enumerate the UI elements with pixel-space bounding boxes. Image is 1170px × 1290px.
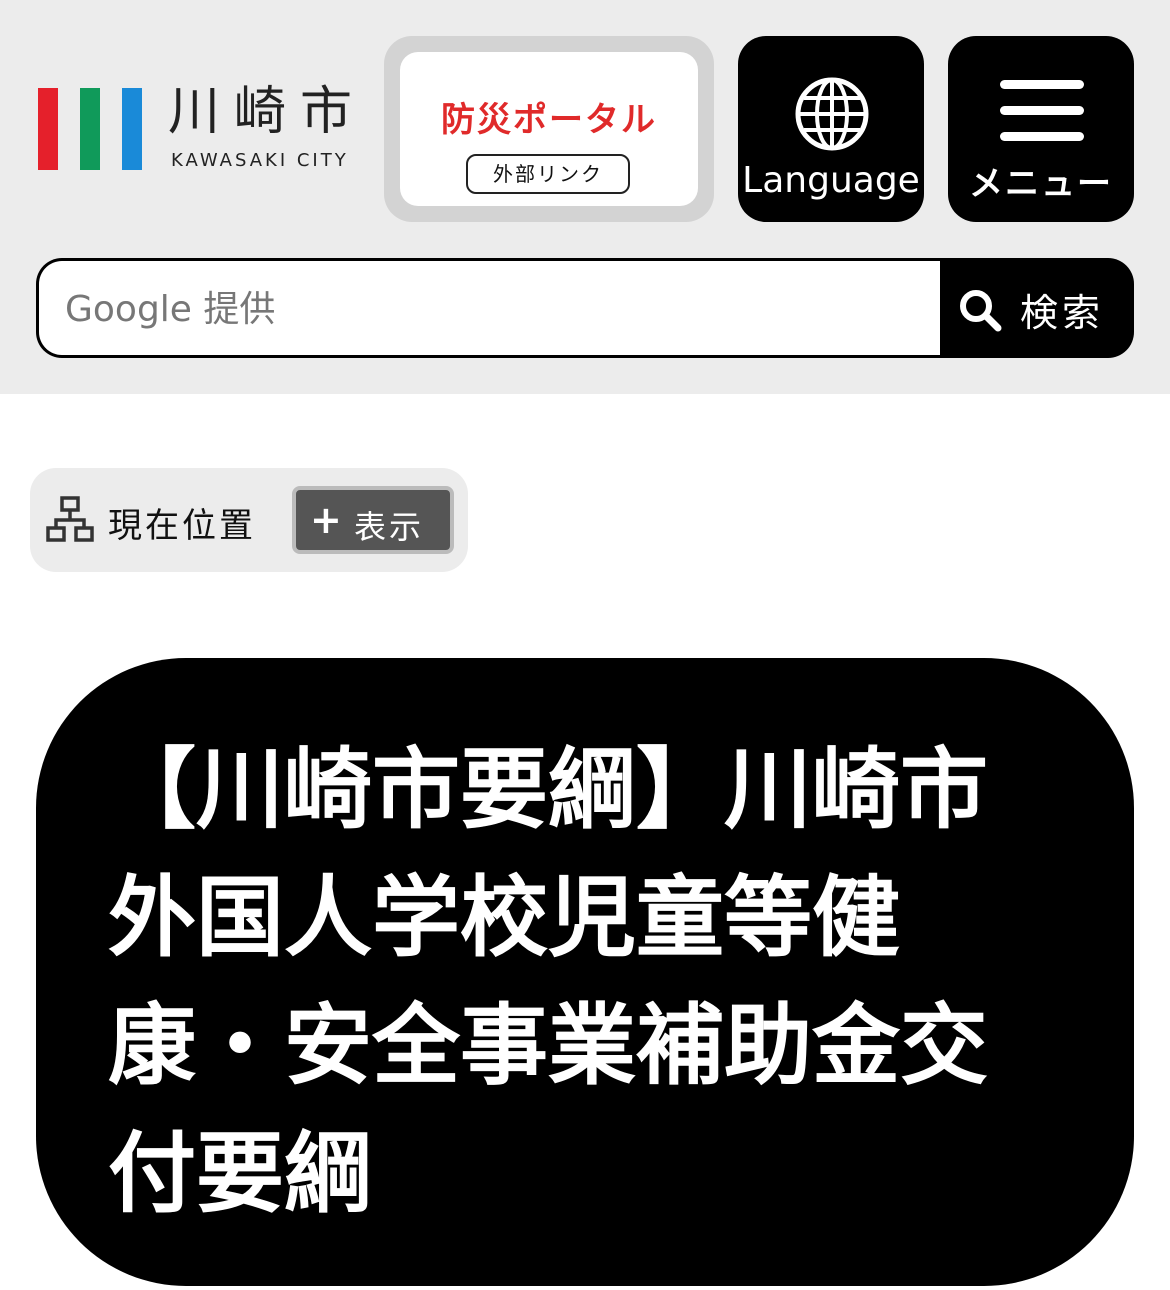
search-button[interactable]: 検索 — [940, 258, 1134, 358]
menu-button[interactable]: メニュー — [948, 36, 1134, 222]
logo-bar-green — [80, 88, 100, 170]
search-box — [36, 258, 940, 358]
menu-label: メニュー — [969, 164, 1113, 204]
disaster-portal-title: 防災ポータル — [441, 100, 657, 140]
breadcrumb-label: 現在位置 — [108, 506, 256, 546]
page-title-box: 【川崎市要綱】川崎市外国人学校児童等健康・安全事業補助金交付要綱 — [36, 658, 1134, 1286]
search-icon — [960, 290, 1002, 332]
site-header: 川崎市 KAWASAKI CITY 防災ポータル 外部リンク Language … — [0, 0, 1170, 394]
disaster-portal-link[interactable]: 防災ポータル 外部リンク — [384, 36, 714, 222]
logo-bar-blue — [122, 88, 142, 170]
city-logo[interactable]: 川崎市 KAWASAKI CITY — [38, 82, 368, 178]
search-button-label: 検索 — [1020, 291, 1105, 335]
language-label: Language — [742, 160, 920, 201]
globe-icon — [795, 77, 869, 151]
logo-bar-red — [38, 88, 58, 170]
search-input[interactable] — [63, 279, 907, 339]
logo-name-en: KAWASAKI CITY — [171, 150, 349, 171]
page-title: 【川崎市要綱】川崎市外国人学校児童等健康・安全事業補助金交付要綱 — [108, 738, 989, 1225]
plus-icon: + — [310, 498, 342, 542]
breadcrumb-show-button[interactable]: + 表示 — [292, 486, 454, 554]
logo-name-jp: 川崎市 — [168, 82, 367, 142]
breadcrumb: 現在位置 + 表示 — [30, 468, 468, 572]
external-link-badge: 外部リンク — [466, 154, 630, 194]
breadcrumb-show-label: 表示 — [354, 508, 425, 546]
sitemap-icon — [46, 496, 94, 542]
disaster-portal-card: 防災ポータル 外部リンク — [400, 52, 698, 206]
language-button[interactable]: Language — [738, 36, 924, 222]
